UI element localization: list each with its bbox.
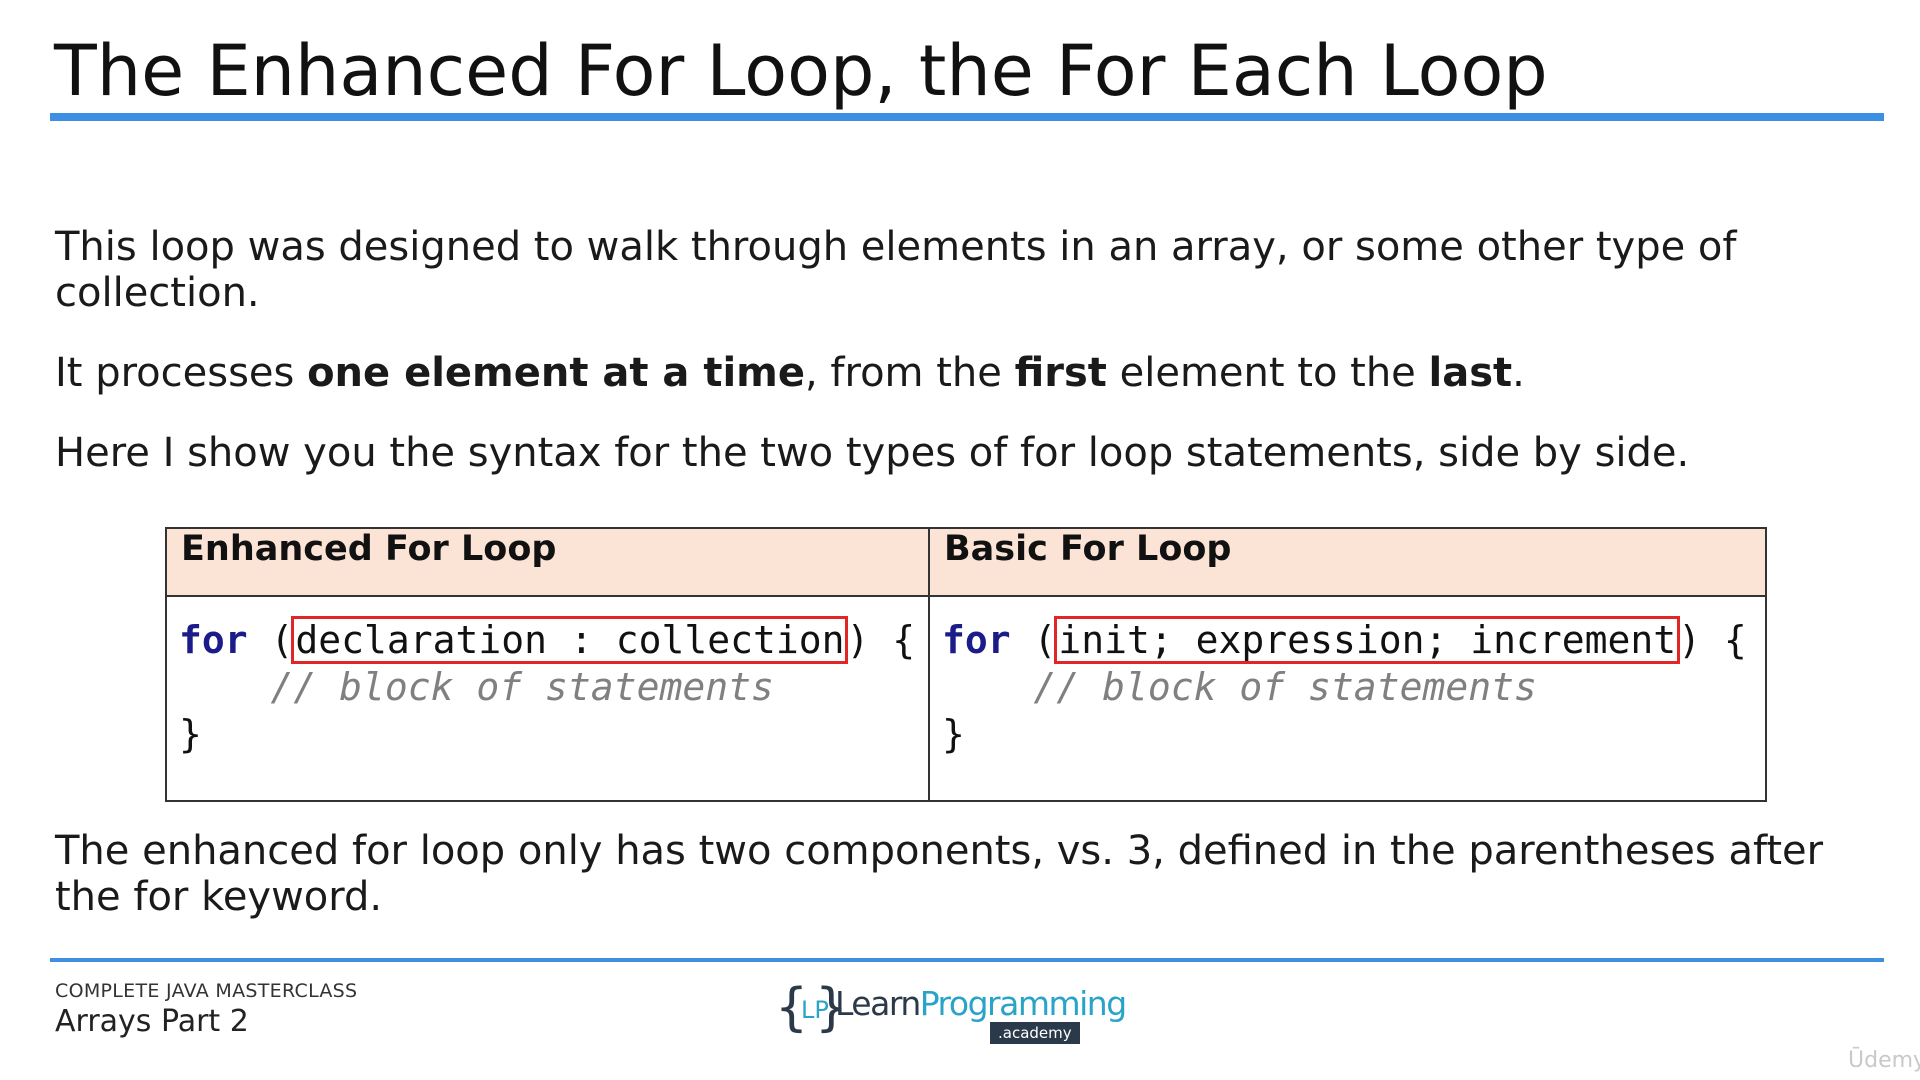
code-open-paren: ( bbox=[1010, 618, 1057, 662]
loop-comparison-table: Enhanced For Loop Basic For Loop for (de… bbox=[165, 527, 1767, 802]
p2-text-3: element to the bbox=[1106, 350, 1429, 396]
basic-for-code-cell: for (init; expression; increment) { // b… bbox=[928, 595, 1767, 802]
slide-title: The Enhanced For Loop, the For Each Loop bbox=[54, 30, 1548, 112]
logo-wordmark: LearnProgramming bbox=[835, 984, 1127, 1024]
code-open-paren: ( bbox=[247, 618, 294, 662]
code-close-paren: ) { bbox=[1678, 618, 1747, 662]
code-closing-brace: } bbox=[179, 712, 202, 756]
lesson-name: Arrays Part 2 bbox=[55, 1004, 249, 1039]
udemy-watermark: Ūdemy bbox=[1848, 1048, 1920, 1073]
basic-for-code: for (init; expression; increment) { // b… bbox=[942, 616, 1765, 758]
logo-academy-tag: .academy bbox=[990, 1022, 1080, 1044]
for-keyword: for bbox=[942, 618, 1011, 662]
p2-text-4: . bbox=[1512, 350, 1525, 396]
footer-divider bbox=[50, 958, 1884, 962]
code-comment: // block of statements bbox=[270, 665, 774, 709]
table-header-row: Enhanced For Loop Basic For Loop bbox=[165, 527, 1767, 597]
paragraph-processing: It processes one element at a time, from… bbox=[55, 350, 1845, 396]
header-enhanced-for-loop: Enhanced For Loop bbox=[165, 527, 930, 597]
paragraph-syntax-intro: Here I show you the syntax for the two t… bbox=[55, 430, 1690, 476]
paragraph-purpose: This loop was designed to walk through e… bbox=[55, 224, 1737, 316]
p2-bold-one-element: one element at a time bbox=[307, 350, 805, 396]
logo-word-learn: Learn bbox=[835, 984, 921, 1023]
header-basic-for-loop: Basic For Loop bbox=[928, 527, 1767, 597]
enhanced-for-code: for (declaration : collection) { // bloc… bbox=[179, 616, 928, 758]
p2-text-1: It processes bbox=[55, 350, 308, 396]
code-closing-brace: } bbox=[942, 712, 965, 756]
paragraph-components-note: The enhanced for loop only has two compo… bbox=[55, 828, 1824, 920]
highlighted-declaration-collection: declaration : collection bbox=[291, 616, 849, 664]
title-underline bbox=[50, 113, 1884, 121]
course-name: COMPLETE JAVA MASTERCLASS bbox=[55, 980, 358, 1002]
learnprogramming-academy-logo: { LP } LearnProgramming .academy bbox=[775, 978, 1127, 1046]
p2-bold-first: first bbox=[1014, 350, 1107, 396]
for-keyword: for bbox=[179, 618, 248, 662]
p2-bold-last: last bbox=[1428, 350, 1513, 396]
code-close-paren: ) { bbox=[846, 618, 916, 662]
enhanced-for-code-cell: for (declaration : collection) { // bloc… bbox=[165, 595, 930, 802]
p2-text-2: , from the bbox=[805, 350, 1015, 396]
logo-word-programming: Programming bbox=[919, 984, 1127, 1023]
table-code-row: for (declaration : collection) { // bloc… bbox=[165, 595, 1767, 802]
highlighted-init-expression-increment: init; expression; increment bbox=[1054, 616, 1681, 664]
code-comment: // block of statements bbox=[1033, 665, 1537, 709]
